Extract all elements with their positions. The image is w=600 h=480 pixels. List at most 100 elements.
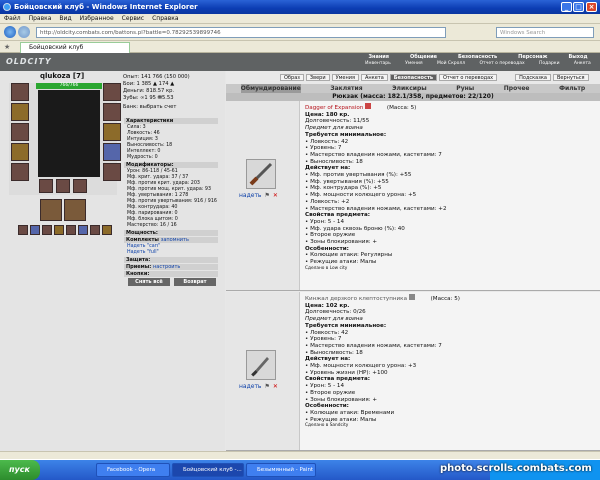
amulet-slot[interactable] [103,103,121,121]
menu-edit[interactable]: Правка [29,15,52,22]
topmenu-profile[interactable]: Анкета [574,61,591,66]
sets-title: Комплекты [126,237,159,243]
pocket-2[interactable] [30,225,40,235]
tricks-header[interactable]: Приемы: настроить [124,264,218,270]
subnav-back[interactable]: Вернуться [553,74,589,81]
pocket-1[interactable] [18,225,28,235]
gloves-slot[interactable] [11,163,29,181]
dress-link[interactable]: надеть ⚑ ✕ [239,383,278,390]
delete-icon[interactable]: ✕ [273,383,278,390]
subnav-pets[interactable]: Звери [305,74,330,81]
topmenu-transfers[interactable]: Отчет о переводах [480,61,525,66]
item-name[interactable]: Dagger of Expansion [305,105,363,111]
tricks-config-link[interactable]: настроить [153,264,180,270]
armor-slot[interactable] [11,123,29,141]
ring-slot-3[interactable] [73,179,87,193]
item-line: • Мастерство владения ножами, кастетами:… [305,151,442,158]
topmenu-communication[interactable]: Общение [410,54,437,60]
search-input[interactable]: Windows Search [496,27,594,38]
taskbar-ie[interactable]: Бойцовский клуб -... [172,463,244,477]
tab-equipment[interactable]: Обмундирование [240,84,301,93]
pocket-3[interactable] [42,225,52,235]
pocket-4[interactable] [54,225,64,235]
subnav-hint[interactable]: Подсказка [515,74,551,81]
boots-slot[interactable] [103,163,121,181]
tab-other[interactable]: Прочее [504,84,530,93]
stat-teeth: Зубы: ∞1 95 ⛃5.53 [123,95,174,101]
topmenu-gifts[interactable]: Подарки [539,61,560,66]
topmenu-inventory[interactable]: Инвентарь [365,61,391,66]
inventory-tabs: Обмундирование Заклятия Эликсиры Руны Пр… [226,84,600,93]
menu-view[interactable]: Вид [59,15,71,22]
subnav-profile[interactable]: Анкета [361,74,388,81]
subnav-transfers[interactable]: Отчет о переводах [439,74,498,81]
close-icon[interactable]: × [586,2,597,12]
stat-battles: Бои: 1 385 ▲ 174 ▲ [123,81,175,87]
knife-icon[interactable] [246,350,276,380]
pocket-8[interactable] [102,225,112,235]
dress-link[interactable]: надеть ⚑ ✕ [239,192,278,199]
item-line: Особенности: [305,403,349,410]
bank-link[interactable]: Банк: выбрать счет [123,104,190,111]
sets-save-link[interactable]: запомнить [161,237,189,243]
topmenu-exit[interactable]: Выход [568,54,587,60]
maximize-icon[interactable]: □ [573,2,584,12]
pet-slot[interactable] [64,199,86,221]
bag-slot[interactable] [40,199,62,221]
forward-icon[interactable] [18,26,30,38]
gift-icon[interactable]: ⚑ [264,383,269,390]
topmenu-character[interactable]: Персонаж [518,54,547,60]
gift-icon[interactable]: ⚑ [264,192,269,199]
weapon-slot[interactable] [11,103,29,121]
subnav-skills[interactable]: Умения [331,74,359,81]
ring-slot-1[interactable] [39,179,53,193]
subnav-image[interactable]: Образ [280,74,304,81]
pocket-5[interactable] [66,225,76,235]
tab-elixirs[interactable]: Эликсиры [392,84,427,93]
taskbar-opera[interactable]: Facebook - Opera [96,463,170,477]
sets-header[interactable]: Комплекты запомнить [124,237,218,243]
power-header[interactable]: Мощность: [124,230,218,236]
mods-header[interactable]: Модификаторы: [124,162,218,168]
buttons-header[interactable]: Кнопки: [124,271,218,277]
minimize-icon[interactable]: _ [561,2,572,12]
item-line: • Мастерство владения ножами, кастетами:… [305,342,442,349]
item-line: • Ловкость: 42 [305,329,349,336]
earring-slot[interactable] [103,83,121,101]
favorites-star-icon[interactable]: ★ [4,43,10,51]
topmenu-skills[interactable]: Умения [405,61,422,66]
undress-all-button[interactable]: Снять всё [128,278,170,286]
ring-slot[interactable] [103,143,121,161]
set-link-2[interactable]: Надеть "full" [127,250,159,256]
start-button[interactable]: пуск [0,460,40,480]
tab-runes[interactable]: Руны [456,84,474,93]
character-nick[interactable]: qlukoza [7] [40,72,84,80]
ring-slot-2[interactable] [56,179,70,193]
taskbar-paint[interactable]: Безымянный - Paint [246,463,316,477]
tab-filter[interactable]: Фильтр [559,84,585,93]
menu-tools[interactable]: Сервис [122,15,144,22]
topmenu-knowledge[interactable]: Знания [368,54,389,60]
topmenu-security[interactable]: Безопасность [458,54,497,60]
defense-header[interactable]: Защита: [124,257,218,263]
tab-spells[interactable]: Заклятия [330,84,362,93]
pocket-6[interactable] [78,225,88,235]
horizontal-scrollbar[interactable] [0,451,600,459]
topmenu-scroll[interactable]: Мой Скролл [437,61,465,66]
menu-favorites[interactable]: Избранное [80,15,114,22]
subnav-security[interactable]: Безопасность [389,74,438,81]
chars-header[interactable]: Характеристики [124,118,218,124]
pocket-7[interactable] [90,225,100,235]
item-name[interactable]: Кинжал дерзкого клептоступника [305,296,407,302]
return-button[interactable]: Возврат [174,278,216,286]
browser-tab[interactable]: Бойцовский клуб [20,42,130,53]
delete-icon[interactable]: ✕ [273,192,278,199]
back-icon[interactable] [4,26,16,38]
address-input[interactable]: http://oldcity.combats.com/battons.pl?ba… [36,27,446,38]
menu-file[interactable]: Файл [4,15,21,22]
belt-slot[interactable] [11,143,29,161]
menu-help[interactable]: Справка [152,15,178,22]
helmet-slot[interactable] [11,83,29,101]
dagger-icon[interactable] [246,159,276,189]
offhand-slot[interactable] [103,123,121,141]
